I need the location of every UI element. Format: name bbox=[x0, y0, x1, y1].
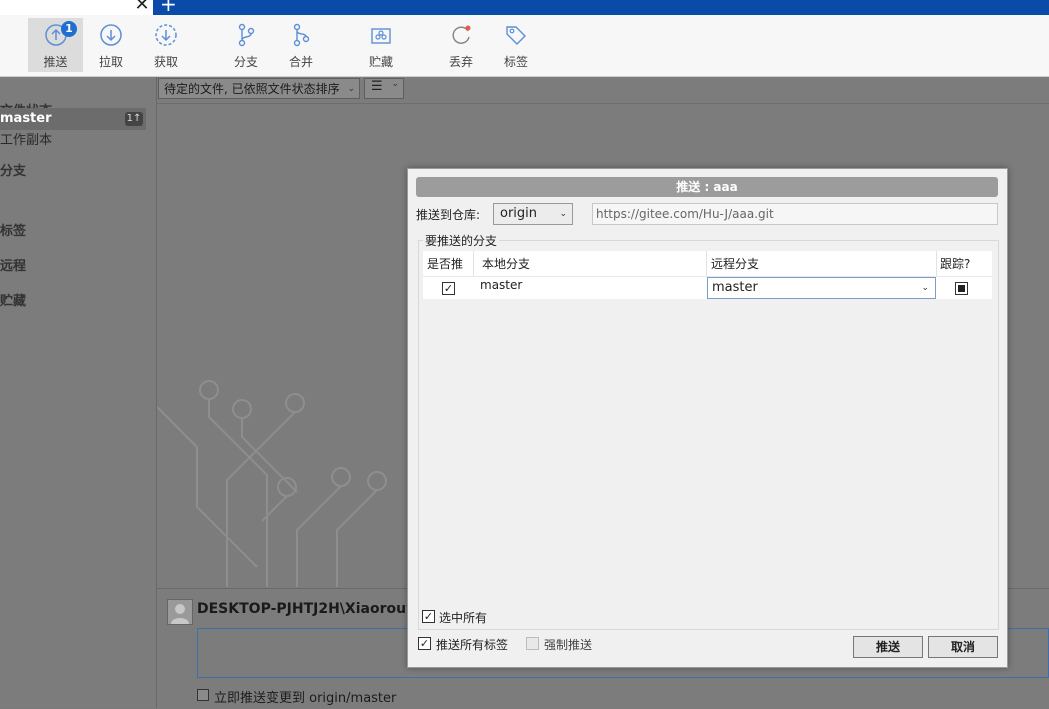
push-count-badge: 1 bbox=[61, 21, 77, 37]
sidebar-item-working-copy[interactable]: 工作副本 bbox=[0, 129, 52, 148]
chevron-down-icon: ⌄ bbox=[347, 84, 355, 94]
pull-button[interactable]: 拉取 bbox=[88, 18, 134, 72]
branch-button[interactable]: 分支 bbox=[223, 18, 269, 72]
fetch-label: 获取 bbox=[153, 55, 178, 69]
remote-value: origin bbox=[500, 206, 538, 221]
ahead-badge: 1↑ bbox=[125, 112, 143, 126]
push-branch-checkbox[interactable]: ✓ bbox=[442, 282, 455, 295]
column-divider bbox=[473, 251, 474, 276]
file-filter-value: 待定的文件, 已依照文件状态排序 bbox=[164, 82, 340, 96]
column-divider bbox=[706, 251, 707, 276]
sidebar-item-master-label: master bbox=[0, 111, 52, 126]
push-label: 推送 bbox=[43, 55, 68, 69]
col-header-track: 跟踪? bbox=[940, 257, 971, 271]
sidebar-heading-stashes[interactable]: 贮藏 bbox=[0, 290, 26, 309]
tag-button[interactable]: 标签 bbox=[493, 18, 539, 72]
push-button[interactable]: 推送 1 bbox=[28, 18, 83, 72]
push-now-label: 立即推送变更到 origin/master bbox=[214, 691, 397, 706]
remote-label: 推送到仓库: bbox=[416, 208, 481, 222]
merge-button[interactable]: 合并 bbox=[278, 18, 324, 72]
stash-icon bbox=[371, 28, 391, 44]
col-header-local: 本地分支 bbox=[482, 257, 531, 271]
remote-url-field: https://gitee.com/Hu-J/aaa.git bbox=[592, 203, 998, 225]
tab-bar bbox=[153, 0, 1049, 15]
column-divider bbox=[936, 251, 937, 276]
branch-group-label: 要推送的分支 bbox=[423, 232, 500, 249]
pull-icon bbox=[100, 24, 122, 46]
stash-button[interactable]: 贮藏 bbox=[358, 18, 404, 72]
col-header-remote: 远程分支 bbox=[711, 257, 760, 271]
merge-label: 合并 bbox=[288, 55, 313, 69]
discard-icon bbox=[452, 25, 471, 44]
track-checkbox[interactable] bbox=[955, 282, 968, 295]
local-branch-cell: master bbox=[480, 278, 523, 292]
force-push-checkbox[interactable] bbox=[526, 637, 539, 650]
dialog-title: 推送 : aaa bbox=[416, 177, 998, 197]
cancel-button[interactable]: 取消 bbox=[928, 636, 998, 658]
view-mode-select[interactable]: ☰ ⌄ bbox=[364, 78, 404, 99]
fetch-icon bbox=[155, 24, 177, 46]
commit-author: DESKTOP-PJHTJ2H\Xiaorouw bbox=[197, 601, 419, 617]
push-now-checkbox[interactable] bbox=[197, 689, 209, 701]
sidebar-heading-branches[interactable]: 分支 bbox=[0, 160, 26, 179]
remote-select[interactable]: origin ⌄ bbox=[493, 203, 573, 225]
remote-branch-value: master bbox=[712, 280, 758, 295]
discard-label: 丢弃 bbox=[448, 55, 473, 69]
merge-icon bbox=[293, 23, 310, 47]
toolbar: 推送 1 拉取 获取 分支 合并 贮藏 丢弃 标签 bbox=[0, 15, 1049, 77]
discard-button[interactable]: 丢弃 bbox=[438, 18, 484, 72]
col-header-push: 是否推 bbox=[427, 257, 464, 271]
background-circuit-art bbox=[157, 380, 387, 587]
stash-label: 贮藏 bbox=[368, 55, 393, 69]
list-icon: ☰ bbox=[371, 79, 383, 94]
push-all-tags-checkbox[interactable]: ✓ bbox=[418, 637, 431, 650]
tag-label: 标签 bbox=[503, 55, 528, 69]
pull-label: 拉取 bbox=[98, 55, 123, 69]
avatar bbox=[167, 599, 193, 625]
sidebar-heading-remotes[interactable]: 远程 bbox=[0, 255, 26, 274]
select-all-checkbox[interactable]: ✓ bbox=[422, 610, 435, 623]
remote-branch-select[interactable]: master ⌄ bbox=[707, 277, 936, 299]
fetch-button[interactable]: 获取 bbox=[143, 18, 189, 72]
push-all-tags-label: 推送所有标签 bbox=[436, 638, 509, 652]
chevron-down-icon: ⌄ bbox=[921, 283, 929, 293]
branch-label: 分支 bbox=[233, 55, 258, 69]
branch-icon bbox=[238, 23, 255, 47]
close-tab-icon[interactable]: ✕ bbox=[133, 0, 151, 14]
new-tab-icon[interactable]: + bbox=[160, 0, 177, 14]
chevron-down-icon: ⌄ bbox=[559, 209, 567, 219]
file-filter-select[interactable]: 待定的文件, 已依照文件状态排序 ⌄ bbox=[158, 78, 360, 99]
sidebar-heading-tags[interactable]: 标签 bbox=[0, 220, 26, 239]
tag-icon bbox=[506, 26, 526, 45]
chevron-down-icon: ⌄ bbox=[391, 79, 399, 89]
force-push-label: 强制推送 bbox=[544, 638, 593, 652]
push-confirm-button[interactable]: 推送 bbox=[853, 636, 923, 658]
select-all-label: 选中所有 bbox=[439, 611, 488, 625]
